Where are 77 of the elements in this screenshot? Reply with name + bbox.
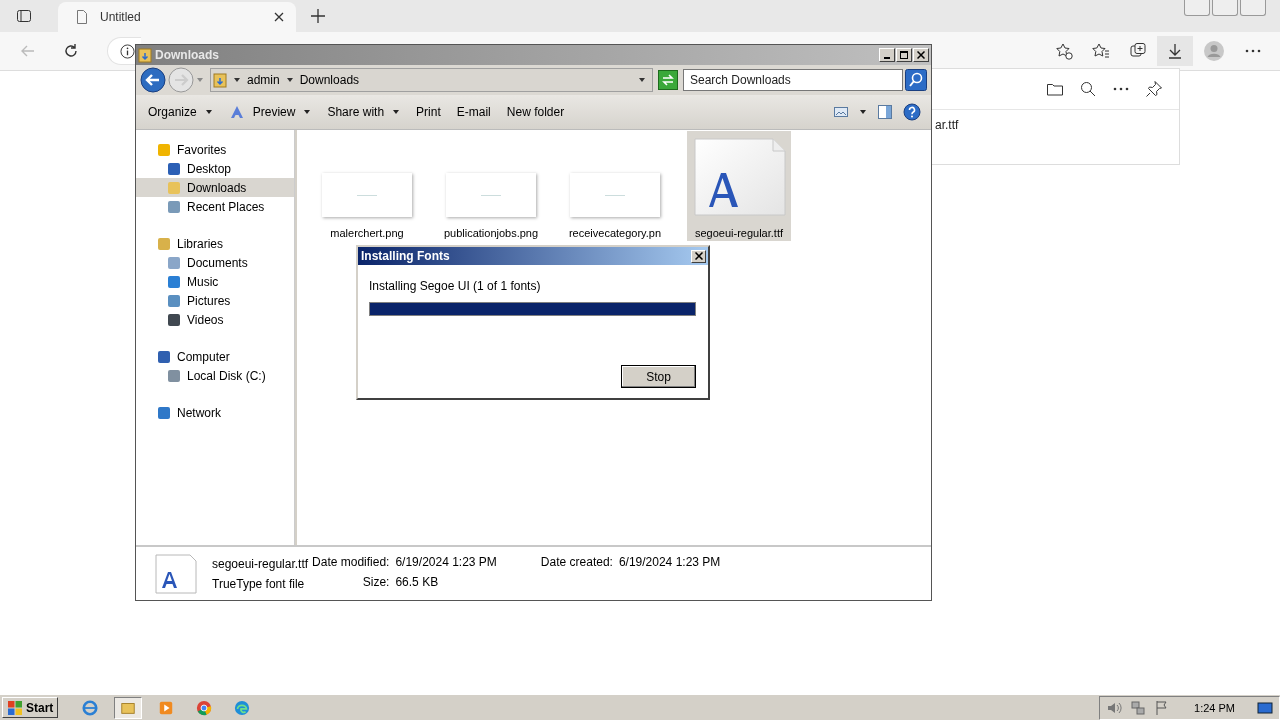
window-title: Downloads [155,48,220,62]
field-value: 6/19/2024 1:23 PM [618,555,721,569]
field-label: Date modified: [312,555,390,569]
field-label: Date created: [540,555,613,569]
windows-logo [7,699,23,716]
field-value: 66.5 KB [395,575,440,589]
nav-item[interactable]: Computer [136,347,294,366]
maximize-icon [900,51,908,59]
caret-icon [303,108,312,116]
info-icon[interactable] [120,43,135,59]
profile-icon[interactable] [1203,40,1225,62]
search-icon[interactable] [1079,80,1097,98]
nav-item[interactable]: Recent Places [136,197,294,216]
favorites-icon[interactable] [1092,42,1110,60]
refresh-icon[interactable] [658,70,678,90]
download-file-name[interactable]: ar.ttf [935,118,959,132]
field-value: 6/19/2024 1:23 PM [395,555,497,569]
letter-a-icon [228,104,245,120]
file-item[interactable]: segoeui-regular.ttf [687,131,791,241]
font-file-icon [691,137,787,217]
dropdown-arrow-icon[interactable] [859,108,867,116]
caret-icon [204,108,213,116]
view-icon[interactable] [833,104,849,120]
download-icon[interactable] [1157,36,1193,66]
nav-item[interactable]: Videos [136,310,294,329]
tab-actions-icon[interactable] [16,8,32,24]
page-icon [74,9,90,25]
star-plus-icon[interactable] [1055,42,1073,60]
file-item[interactable]: publicationjobs.png [439,131,543,241]
nav-item[interactable]: Local Disk (C:) [136,366,294,385]
close-icon [917,51,925,59]
caret-icon[interactable] [638,76,646,84]
nav-item[interactable]: Music [136,272,294,291]
new-tab-icon[interactable] [310,8,326,24]
caret-icon[interactable] [233,76,241,84]
address-field[interactable]: admin Downloads [210,68,653,92]
file-type: TrueType font file [212,576,306,591]
dialog-message: Installing Segoe UI (1 of 1 fonts) [369,279,542,293]
nav-item[interactable]: Libraries [136,234,294,253]
nav-item[interactable]: Desktop [136,159,294,178]
network-icon[interactable] [1130,699,1147,716]
clock[interactable]: 1:24 PM [1194,701,1235,714]
toolbar-button[interactable]: Share with [319,101,409,123]
field-label: Size: [361,575,390,589]
font-file-icon [154,553,198,594]
caret-icon [392,108,401,116]
close-icon [694,252,703,260]
toolbar-button[interactable]: E-mail [448,101,499,123]
search-field[interactable]: Search Downloads [683,69,903,91]
nav-item[interactable]: Documents [136,253,294,272]
dialog-title: Installing Fonts [361,249,450,263]
toolbar-button[interactable]: Organize [140,101,221,123]
file-item[interactable]: malerchert.png [315,131,419,241]
toolbar-button[interactable]: New folder [498,101,573,123]
pin-icon[interactable] [1145,80,1163,98]
file-item[interactable]: receivecategory.pn [563,131,667,241]
maximize-button[interactable] [896,48,912,62]
nav-item[interactable]: Downloads [136,178,294,197]
stop-button[interactable]: Stop [621,365,696,388]
refresh-icon[interactable] [63,43,79,59]
caret-icon[interactable] [285,76,294,84]
search-icon[interactable] [905,69,927,91]
toolbar-button[interactable]: Print [408,101,449,123]
show-desktop-icon[interactable] [1257,699,1273,716]
nav-item[interactable]: Favorites [136,140,294,159]
toolbar-button[interactable]: Preview [220,100,320,124]
file-name: segoeui-regular.ttf [212,556,309,571]
tab-title: Untitled [100,10,142,24]
collections-icon[interactable] [1129,42,1147,60]
nav-item[interactable]: Network [136,403,294,422]
help-icon[interactable] [903,103,921,121]
back-icon[interactable] [140,67,166,93]
start-button[interactable]: Start [2,697,59,718]
preview-pane-icon[interactable] [877,104,893,120]
browser-tab[interactable]: Untitled [58,2,296,32]
close-icon[interactable] [274,12,284,22]
nav-item[interactable]: Pictures [136,291,294,310]
